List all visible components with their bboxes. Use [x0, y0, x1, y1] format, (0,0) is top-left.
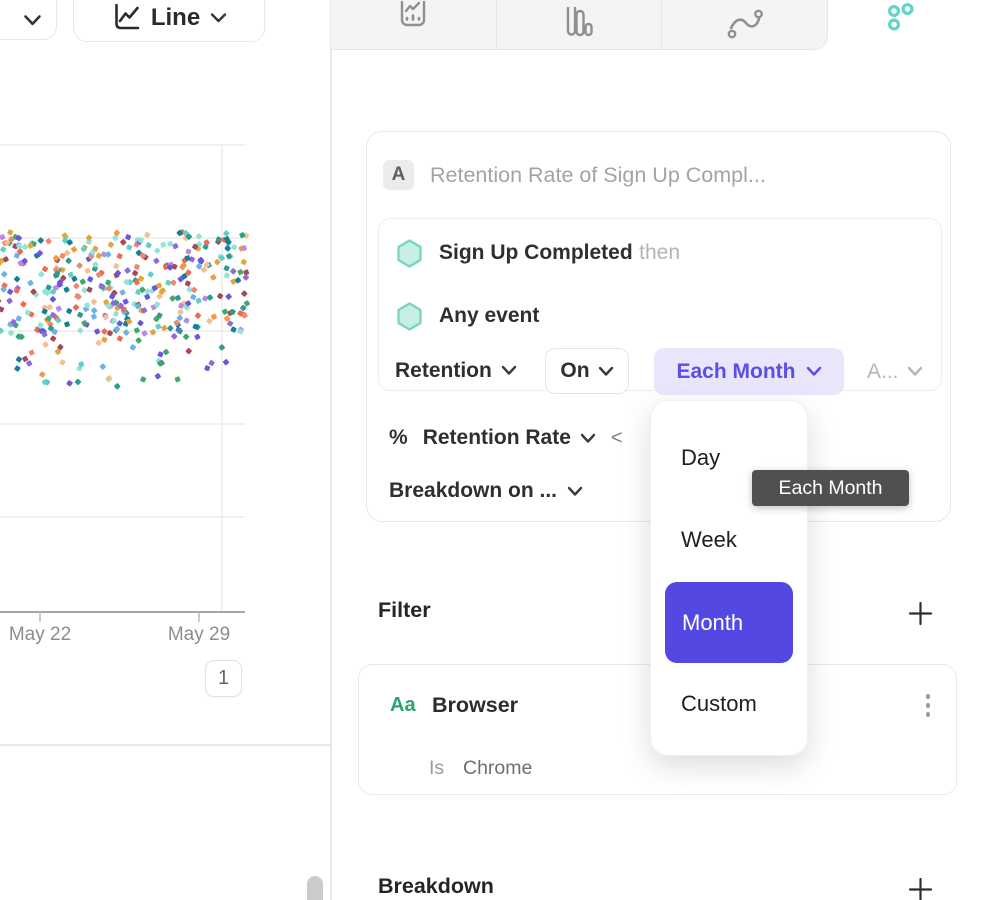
events-card: Sign Up Completed then Any event Retenti… — [378, 218, 942, 391]
chevron-down-icon — [210, 12, 227, 24]
metric-label: Retention Rate — [423, 426, 571, 450]
retention-type-dropdown[interactable]: Retention — [395, 347, 517, 394]
app-screen: May 22 May 29 1 Line — [0, 0, 982, 900]
panel-divider — [330, 0, 332, 900]
series-badge: A — [383, 160, 414, 190]
horizontal-divider — [0, 744, 331, 746]
interval-label: Each Month — [677, 360, 796, 384]
flow-icon — [725, 8, 765, 42]
x-axis-label: May 22 — [9, 624, 71, 646]
filter-value[interactable]: Chrome — [463, 757, 532, 780]
filter-operator[interactable]: Is — [429, 757, 444, 780]
filter-property-dropdown[interactable]: Browser — [432, 693, 518, 718]
kebab-menu-icon[interactable] — [922, 694, 934, 717]
chevron-down-icon — [598, 366, 614, 377]
add-breakdown-button[interactable] — [905, 874, 935, 900]
breakdown-on-label: Breakdown on ... — [389, 479, 557, 503]
scatter-group-icon — [886, 19, 918, 36]
event-name: Any event — [439, 304, 539, 328]
chevron-down-icon — [567, 486, 583, 497]
on-label: On — [560, 359, 589, 383]
truncated-dropdown[interactable]: A... — [867, 348, 923, 395]
filter-section-title: Filter — [378, 598, 431, 623]
event-row-sign-up[interactable]: Sign Up Completed then — [396, 239, 680, 267]
tab-scatter-active[interactable] — [886, 2, 918, 37]
interval-dropdown[interactable]: Each Month — [654, 348, 844, 395]
percent-icon: % — [389, 426, 408, 450]
tab-bar-chart[interactable] — [496, 0, 662, 49]
chevron-down-icon — [907, 366, 923, 377]
event-name: Sign Up Completed — [439, 241, 633, 264]
x-axis-label: May 29 — [168, 624, 230, 646]
breakdown-section-title: Breakdown — [378, 874, 494, 899]
plus-icon — [907, 600, 934, 627]
interval-menu: DayWeekMonthCustom — [650, 400, 808, 756]
query-title-input[interactable]: Retention Rate of Sign Up Compl... — [430, 160, 766, 190]
pagination-badge[interactable]: 1 — [205, 660, 242, 697]
tooltip: Each Month — [752, 470, 909, 506]
page-number: 1 — [218, 667, 229, 690]
chevron-down-icon — [23, 14, 42, 27]
metric-dropdown[interactable]: % Retention Rate < — [389, 421, 623, 455]
retention-type-label: Retention — [395, 359, 492, 383]
series-letter: A — [392, 164, 406, 186]
truncated-label: A... — [867, 360, 899, 384]
chart-type-label: Line — [151, 4, 200, 32]
tab-line-chart[interactable] — [331, 0, 496, 49]
property-type-badge: Aa — [390, 694, 416, 717]
menu-item-week[interactable]: Week — [651, 513, 807, 567]
add-filter-button[interactable] — [905, 598, 935, 628]
on-dropdown[interactable]: On — [545, 348, 629, 394]
hexagon-event-icon — [396, 302, 423, 331]
chevron-down-icon — [580, 433, 596, 444]
menu-item-month[interactable]: Month — [665, 582, 793, 663]
event-row-any-event[interactable]: Any event — [396, 302, 539, 330]
chart-type-button[interactable]: Line — [73, 0, 265, 42]
view-tab-bar — [331, 0, 828, 50]
plus-icon — [907, 876, 934, 900]
collapsed-toolbar-button[interactable] — [0, 0, 57, 40]
event-suffix: then — [639, 241, 680, 264]
chevron-down-icon — [806, 366, 822, 377]
scrollbar-thumb[interactable] — [307, 876, 323, 900]
hexagon-event-icon — [396, 239, 423, 268]
chevron-down-icon — [501, 365, 517, 376]
bar-chart-icon — [562, 7, 596, 43]
line-chart-icon — [111, 4, 141, 32]
tooltip-text: Each Month — [778, 477, 882, 500]
menu-item-custom[interactable]: Custom — [651, 677, 807, 731]
partially-hidden-text: < — [611, 427, 623, 450]
tab-flow[interactable] — [661, 0, 827, 49]
chart-panel-icon — [391, 1, 435, 49]
breakdown-on-dropdown[interactable]: Breakdown on ... — [389, 474, 583, 508]
